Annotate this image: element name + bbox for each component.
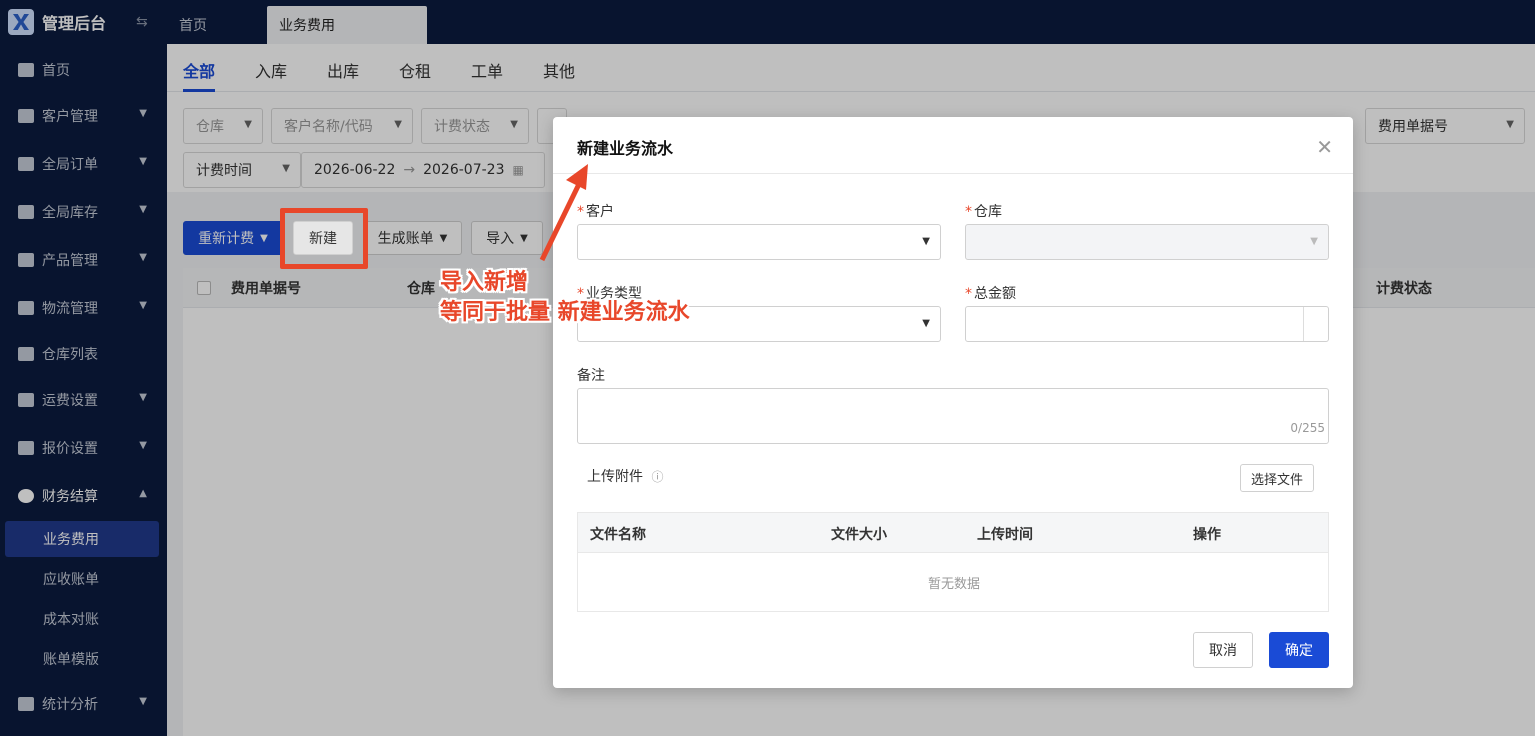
new-business-flow-dialog: 新建业务流水 ✕ * 客户 ▼ * 仓库 ▼ * 业务类型 ▼ * 总金额 备注 0/2… [553, 117, 1353, 688]
annotation-text: 导入新增 等同于批量 新建业务流水 [440, 270, 690, 325]
info-icon[interactable]: ⓘ [651, 470, 663, 484]
remark-textarea[interactable] [577, 388, 1329, 444]
total-amount-input[interactable] [965, 306, 1329, 342]
warehouse-select[interactable]: ▼ [965, 224, 1329, 260]
attachment-table: 文件名称 文件大小 上传时间 操作 暂无数据 [577, 512, 1329, 612]
total-amount-label: * 总金额 [965, 286, 1016, 302]
char-counter: 0/255 [1290, 421, 1325, 435]
chevron-down-icon: ▼ [922, 318, 930, 329]
dialog-title: 新建业务流水 [577, 139, 674, 158]
confirm-button[interactable]: 确定 [1269, 632, 1329, 668]
column-file-size: 文件大小 [831, 527, 887, 543]
warehouse-label: * 仓库 [965, 204, 1002, 220]
modal-mask-sidebar [0, 0, 167, 736]
close-icon[interactable]: ✕ [1316, 135, 1333, 159]
customer-select[interactable]: ▼ [577, 224, 941, 260]
empty-state: 暂无数据 [927, 577, 980, 592]
column-actions: 操作 [1193, 527, 1221, 543]
annotation-arrow [539, 164, 588, 262]
remark-label: 备注 [577, 368, 605, 384]
chevron-down-icon: ▼ [922, 236, 930, 247]
highlight-box [280, 208, 368, 269]
modal-mask-topbar [167, 0, 1535, 44]
choose-file-button[interactable]: 选择文件 [1240, 464, 1314, 492]
cancel-button[interactable]: 取消 [1193, 632, 1253, 668]
upload-label: 上传附件 ⓘ [587, 469, 664, 485]
column-upload-time: 上传时间 [977, 527, 1033, 543]
attachment-table-header: 文件名称 文件大小 上传时间 操作 [578, 513, 1328, 553]
chevron-down-icon: ▼ [1310, 236, 1318, 247]
input-suffix-divider [1303, 307, 1304, 341]
column-file-name: 文件名称 [590, 527, 646, 543]
divider [553, 173, 1353, 174]
